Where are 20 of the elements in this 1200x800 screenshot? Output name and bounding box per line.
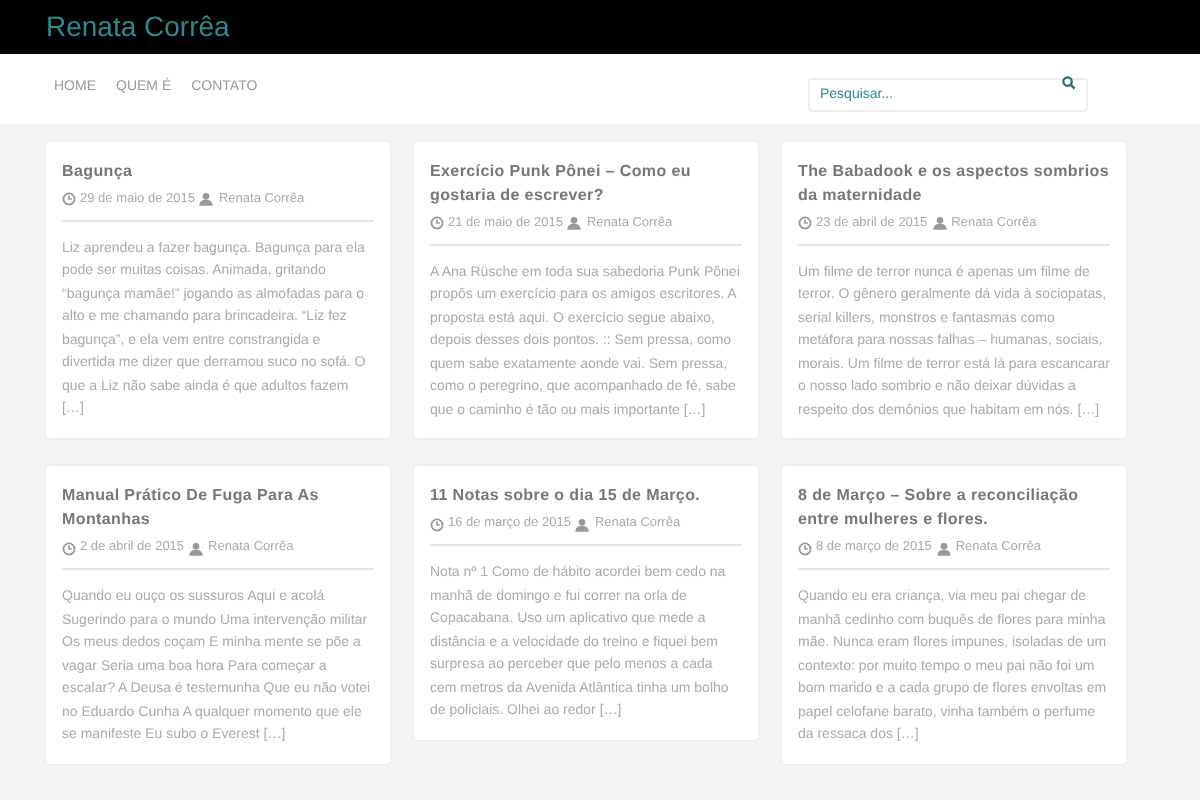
- user-icon: [931, 216, 948, 231]
- post-title[interactable]: 11 Notas sobre o dia 15 de Março.: [430, 484, 742, 509]
- post-title[interactable]: Exercício Punk Pônei – Como eu gostaria de escrever?: [430, 160, 742, 208]
- post-title[interactable]: The Babadook e os aspectos sombrios da maternidade: [798, 160, 1110, 208]
- clock-icon: [798, 216, 812, 231]
- post-title[interactable]: Bagunça: [62, 160, 374, 184]
- user-icon: [198, 192, 215, 207]
- user-icon: [574, 517, 591, 532]
- clock-icon: [62, 541, 76, 556]
- clock-icon: [430, 216, 444, 231]
- user-icon: [188, 541, 205, 556]
- site-title[interactable]: Renata Corrêa: [46, 6, 230, 48]
- clock-icon: [62, 192, 76, 207]
- user-icon: [566, 216, 583, 231]
- user-icon: [935, 541, 952, 556]
- post-title[interactable]: Manual Prático De Fuga Para As Montanhas: [62, 484, 374, 533]
- post-title[interactable]: 8 de Março – Sobre a reconciliação entre mulheres e flores.: [798, 484, 1110, 533]
- clock-icon: [430, 517, 444, 532]
- clock-icon: [798, 541, 812, 556]
- search-icon[interactable]: [1062, 75, 1076, 89]
